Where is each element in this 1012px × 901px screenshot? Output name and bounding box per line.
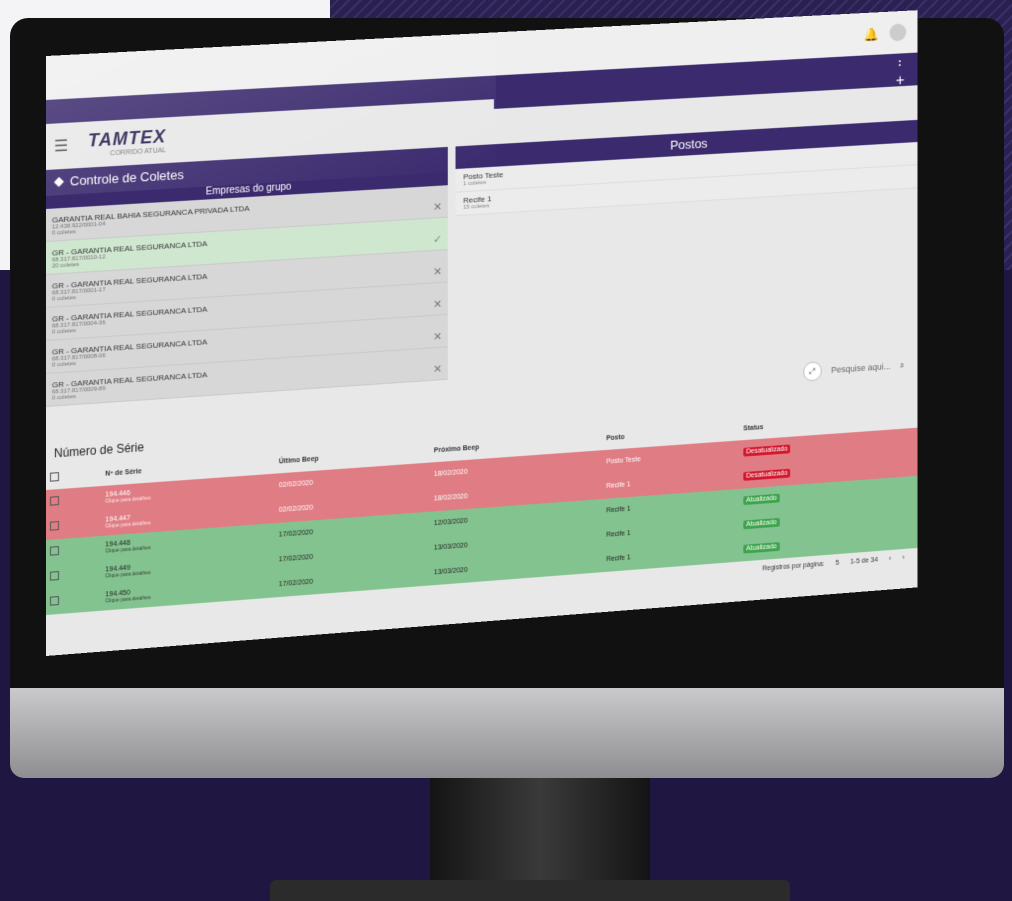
close-icon[interactable]: ✕ xyxy=(433,362,442,375)
close-icon[interactable]: ✕ xyxy=(433,330,442,343)
close-icon[interactable]: ✕ xyxy=(433,298,442,311)
search-input[interactable]: Pesquise aqui... xyxy=(831,361,890,375)
empresas-list: GARANTIA REAL BAHIA SEGURANCA PRIVADA LT… xyxy=(46,185,448,407)
close-icon[interactable]: ✕ xyxy=(433,265,442,278)
empresas-panel: ◆ Controle de Coletes Empresas do grupo … xyxy=(46,146,448,407)
menu-icon[interactable]: ☰ xyxy=(54,136,68,157)
page-size-select[interactable]: 5 xyxy=(836,560,840,567)
app-screen: 🔔 ⋮ ☰ TAMTEX CORRIDO ATUAL + ◆ Controle … xyxy=(46,10,918,657)
close-icon[interactable]: ✕ xyxy=(433,200,442,213)
status-badge: Desatualizado xyxy=(743,444,791,457)
status-badge: Atualizado xyxy=(743,517,780,530)
monitor-chin xyxy=(10,680,1004,778)
bell-icon[interactable]: 🔔 xyxy=(864,27,879,42)
status-badge: Atualizado xyxy=(743,493,780,506)
next-page-icon[interactable]: › xyxy=(902,555,904,562)
search-icon[interactable]: ⌕ xyxy=(900,360,905,371)
monitor-foot xyxy=(270,880,790,901)
check-icon[interactable]: ✓ xyxy=(433,233,442,246)
logo: TAMTEX CORRIDO ATUAL xyxy=(88,126,167,158)
status-badge: Atualizado xyxy=(743,542,780,554)
avatar[interactable] xyxy=(889,23,907,42)
prev-page-icon[interactable]: ‹ xyxy=(889,556,891,563)
shield-icon: ◆ xyxy=(53,172,64,189)
add-icon[interactable]: + xyxy=(896,73,905,91)
postos-panel: Postos Posto Teste 1 coletes Recife 1 15 co… xyxy=(455,119,918,379)
status-badge: Desatualizado xyxy=(743,468,791,481)
expand-icon[interactable]: ⤢ xyxy=(803,361,822,382)
